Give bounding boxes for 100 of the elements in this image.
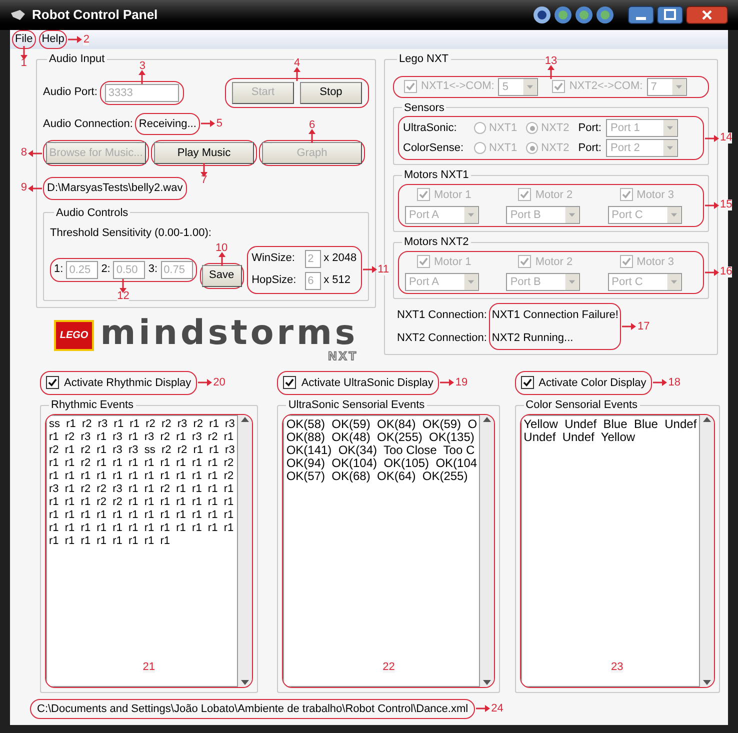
log-line: OK(57) OK(68) OK(64) OK(255) — [286, 470, 468, 482]
callout-number: 17 — [637, 321, 650, 332]
group-title: Motors NXT1 — [403, 168, 470, 183]
log-line: OK(88) OK(48) OK(255) OK(135) — [286, 430, 476, 444]
field-label: WinSize: — [252, 251, 296, 266]
status-text: NXT1 Connection Failure! — [492, 308, 618, 323]
checkbox-label: Motor 1 — [434, 188, 472, 202]
caret-icon — [565, 207, 580, 223]
minimize-icon[interactable] — [628, 6, 654, 24]
callout-number: 3 — [139, 60, 146, 72]
field-label: NXT1 Connection: — [397, 308, 487, 322]
field-label: NXT2 Connection: — [397, 331, 487, 346]
log-line: r1 r1 r1 r1 r1 r1 r1 r1 r1 r1 r1 r1 — [49, 522, 235, 534]
caret-icon — [565, 274, 580, 290]
log-line: Undef Undef Yellow — [524, 430, 636, 444]
round-tray-icon[interactable] — [575, 6, 593, 24]
checkbox[interactable] — [46, 376, 59, 390]
log-line: Yellow Undef Blue Blue Undef — [524, 418, 697, 430]
checkbox[interactable] — [283, 376, 296, 390]
scrollbar[interactable] — [700, 414, 714, 686]
file-path: C:\Documents and Settings\João Lobato\Ambiente de trabalho\Robot Control\Dance.xml — [37, 702, 468, 714]
status-text: NXT2 Running... — [492, 330, 574, 346]
caret-icon — [663, 140, 678, 156]
checkbox-label: Activate Color Display — [538, 376, 646, 390]
callout-number: 15 — [720, 200, 732, 211]
checkbox-label: NXT2<->COM: — [569, 79, 643, 94]
field-label: HopSize: — [252, 273, 298, 288]
checkbox-label: Activate UltraSonic Display — [301, 376, 434, 390]
log-line: r3 r1 r2 r2 r3 r1 r1 r2 r1 r1 r1 r1 — [49, 482, 235, 496]
close-icon[interactable] — [686, 6, 728, 24]
log-line: OK(94) OK(104) OK(105) OK(104 — [286, 456, 478, 470]
field-label: Audio Port: — [43, 85, 98, 100]
maximize-icon[interactable] — [657, 6, 683, 24]
scroll-down-icon[interactable] — [483, 680, 492, 684]
radio-label: NXT1 — [489, 120, 518, 136]
log-line: r1 r2 r3 r1 r3 r1 r3 r2 r1 r3 r2 r1 — [49, 430, 235, 444]
scroll-up-icon[interactable] — [483, 416, 492, 422]
log-line: ss r1 r2 r3 r1 r1 r2 r2 r3 r2 r1 r3 — [49, 418, 235, 430]
callout-number: 10 — [215, 242, 228, 254]
multiplier-text: x 2048 — [324, 251, 357, 266]
caret-icon — [464, 207, 478, 223]
callout-number: 8 — [20, 148, 27, 158]
log-line: r1 r1 r1 r1 r1 r1 r1 r1 — [49, 534, 172, 548]
checkbox-label: Activate Rhythmic Display — [64, 376, 192, 390]
callout-number: 22 — [382, 662, 395, 672]
callout-number: 19 — [455, 377, 468, 388]
callout-number: 21 — [142, 662, 156, 672]
caret-icon — [666, 207, 681, 223]
callout-number: 9 — [20, 182, 27, 194]
callout-number: 1 — [20, 58, 27, 69]
field-label: 3: — [148, 262, 158, 278]
caret-icon — [464, 274, 478, 290]
button[interactable]: Stop — [300, 82, 362, 104]
scroll-down-icon[interactable] — [240, 680, 249, 684]
log-line: r1 r1 r1 r1 r1 r1 r1 r1 r1 r1 r1 r1 — [49, 508, 235, 522]
callout-number: 16 — [720, 266, 732, 278]
caret-icon — [666, 274, 681, 290]
caret-icon — [523, 78, 538, 94]
callout-number: 2 — [83, 34, 90, 45]
callout-number: 12 — [117, 290, 130, 302]
round-tray-icon[interactable] — [596, 6, 614, 24]
group-title: UltraSonic Sensorial Events — [287, 398, 426, 413]
callout-number: 6 — [308, 120, 316, 131]
radio-label: NXT2 — [541, 140, 570, 156]
group-title: Color Sensorial Events — [524, 398, 639, 413]
callout-number: 23 — [611, 662, 624, 672]
group-title: Audio Controls — [55, 206, 130, 220]
checkbox-label: Motor 2 — [535, 254, 573, 270]
menu-item[interactable]: File — [15, 33, 33, 46]
multiplier-text: x 512 — [324, 273, 350, 288]
round-tray-icon[interactable] — [554, 6, 572, 24]
sensor-label: ColorSense: — [403, 140, 465, 156]
scrollbar[interactable] — [238, 414, 252, 686]
scroll-up-icon[interactable] — [240, 416, 249, 422]
caret-icon — [672, 78, 686, 94]
button[interactable]: Save — [202, 264, 242, 286]
field-label: Port: — [578, 120, 602, 136]
callout-number: 18 — [668, 377, 680, 388]
checkbox[interactable] — [520, 376, 534, 390]
scroll-up-icon[interactable] — [702, 416, 711, 422]
field-label: Threshold Sensitivity (0.00-1.00): — [50, 226, 212, 241]
group-title: Audio Input — [48, 52, 106, 67]
window-title: Robot Control Panel — [32, 6, 158, 24]
scrollbar[interactable] — [480, 414, 494, 686]
button[interactable]: Play Music — [154, 142, 254, 164]
checkbox-label: Motor 3 — [636, 254, 674, 270]
callout-number: 11 — [378, 264, 390, 275]
scroll-down-icon[interactable] — [702, 680, 711, 684]
group-title: Motors NXT2 — [403, 235, 470, 250]
radio-label: NXT1 — [489, 140, 518, 156]
callout-number: 24 — [491, 703, 504, 714]
callout-number: 14 — [720, 132, 732, 144]
menu-item[interactable]: Help — [42, 33, 64, 46]
log-line: r1 r1 r2 r1 r1 r1 r1 r1 r1 r1 r1 r2 — [49, 456, 235, 470]
group-title: Sensors — [403, 100, 446, 116]
round-tray-icon[interactable] — [533, 6, 551, 24]
log-line: OK(141) OK(34) Too Close Too C — [286, 444, 476, 456]
callout-number: 13 — [544, 56, 558, 66]
status-text: Receiving... — [138, 118, 196, 130]
product-wordmark: mindstorms — [100, 316, 358, 350]
